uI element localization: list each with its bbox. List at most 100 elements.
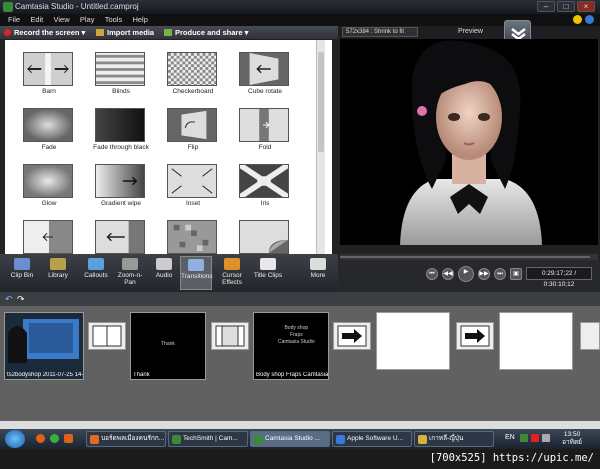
- title-clips-tab[interactable]: Title Clips: [252, 256, 284, 290]
- transition-label: Glow: [41, 200, 57, 207]
- timeline-transition[interactable]: [88, 322, 126, 350]
- transition-tile[interactable]: Inset: [153, 156, 233, 208]
- start-button[interactable]: [5, 430, 25, 448]
- clip-caption: ts2bodyshop 2011-07-25 14-: [7, 372, 84, 378]
- rewind-icon[interactable]: ◀◀: [442, 268, 454, 280]
- transition-tile[interactable]: Checkerboard: [153, 44, 233, 96]
- transitions-icon: [188, 259, 204, 271]
- close-button[interactable]: ×: [577, 1, 595, 12]
- taskbar-button[interactable]: Camtasia Studio ...: [250, 431, 330, 447]
- timeline-clip[interactable]: Body shop Fraps Camtasia Studio Body sho…: [253, 312, 329, 380]
- tray-icon[interactable]: [520, 434, 528, 442]
- undo-icon[interactable]: ↶: [5, 294, 13, 305]
- transition-tile[interactable]: [225, 212, 305, 254]
- timeline-transition[interactable]: [211, 322, 249, 350]
- clip-inner-text: Thank: [161, 341, 175, 347]
- skip-forward-icon[interactable]: ⏭: [494, 268, 506, 280]
- menu-tools[interactable]: Tools: [105, 14, 123, 26]
- task-app-icon: [90, 435, 99, 444]
- timeline-title-clip[interactable]: [499, 312, 573, 370]
- playback-controls: ⏮ ◀◀ ▶ ▶▶ ⏭ ▣ 0:29:17;22 / 0:30:10;12: [338, 260, 600, 292]
- transition-tile[interactable]: [81, 212, 161, 254]
- produce-share-button[interactable]: Produce and share ▾: [164, 27, 248, 38]
- transition-tile[interactable]: [153, 212, 233, 254]
- scrollbar-thumb[interactable]: [318, 52, 324, 152]
- record-screen-button[interactable]: Record the screen ▾: [4, 27, 85, 38]
- cursor-effects-icon: [224, 258, 240, 270]
- transition-tile[interactable]: Flip: [153, 100, 233, 152]
- callouts-tab[interactable]: Callouts: [80, 256, 112, 290]
- minimize-button[interactable]: –: [537, 1, 555, 12]
- lightbulb-icon[interactable]: [573, 15, 582, 24]
- transition-tile[interactable]: Iris: [225, 156, 305, 208]
- cursor-effects-tab[interactable]: Cursor Effects: [216, 256, 248, 290]
- clip-tab-label: Audio: [155, 272, 173, 279]
- menu-play[interactable]: Play: [80, 14, 95, 26]
- transitions-tab[interactable]: Transitions: [180, 256, 213, 290]
- transition-label: Checkerboard: [172, 88, 214, 95]
- menu-file[interactable]: File: [8, 14, 20, 26]
- clip-tab-label: Callouts: [84, 272, 108, 279]
- menu-view[interactable]: View: [54, 14, 70, 26]
- timeline-transition[interactable]: [456, 322, 494, 350]
- timeline-scrollbar[interactable]: [0, 421, 600, 429]
- clip-tabs-bar: Clip Bin Library Callouts Zoom-n-Pan Audio Tr…: [0, 254, 338, 292]
- timeline-transition[interactable]: [580, 322, 600, 350]
- transitions-scrollbar[interactable]: [316, 40, 325, 254]
- play-icon[interactable]: ▶: [458, 266, 474, 282]
- volume-icon[interactable]: [542, 434, 550, 442]
- transition-tile[interactable]: Blinds: [81, 44, 161, 96]
- preview-header: 572x384 : Shrink to fit Preview: [338, 26, 600, 39]
- clock-day: อาทิตย์: [562, 439, 582, 446]
- transition-tile[interactable]: Fade: [9, 100, 89, 152]
- taskbar-button[interactable]: Apple Software U...: [332, 431, 412, 447]
- resolution-dropdown[interactable]: 572x384 : Shrink to fit: [342, 27, 418, 37]
- taskbar-button[interactable]: บอร์ดพลเมืองคนรักก...: [86, 431, 166, 447]
- library-tab[interactable]: Library: [42, 256, 74, 290]
- transition-tile[interactable]: Barn: [9, 44, 89, 96]
- transition-tile[interactable]: Gradient wipe: [81, 156, 161, 208]
- timeline-title-clip[interactable]: [376, 312, 450, 370]
- taskbar-button[interactable]: เกาหลี-ญี่ปุ่น: [414, 431, 494, 447]
- chrome-icon[interactable]: [50, 434, 59, 443]
- blinds-icon: [95, 52, 145, 86]
- timeline-clip[interactable]: Thank Thank: [130, 312, 206, 380]
- fullscreen-icon[interactable]: ▣: [510, 268, 522, 280]
- more-tab[interactable]: More: [302, 256, 334, 290]
- skip-back-icon[interactable]: ⏮: [426, 268, 438, 280]
- timeline-toolbar: ↶ ↷: [0, 292, 600, 306]
- info-icon[interactable]: [585, 15, 594, 24]
- import-media-button[interactable]: Import media: [96, 27, 154, 38]
- menu-help[interactable]: Help: [132, 14, 147, 26]
- watermark-text: [700x525] https://upic.me/: [429, 452, 594, 464]
- transition-tile[interactable]: Cube rotate: [225, 44, 305, 96]
- transition-tile[interactable]: Glow: [9, 156, 89, 208]
- transition-tile[interactable]: [9, 212, 89, 254]
- fast-forward-icon[interactable]: ▶▶: [478, 268, 490, 280]
- audio-tab[interactable]: Audio: [148, 256, 180, 290]
- taskbar-button[interactable]: TechSmith | Cam...: [168, 431, 248, 447]
- clip-caption: Thank: [133, 372, 150, 378]
- clock[interactable]: 13:50 อาทิตย์: [562, 431, 582, 447]
- tray-icon[interactable]: [531, 434, 539, 442]
- firefox-icon[interactable]: [36, 434, 45, 443]
- quick-launch-icon[interactable]: [64, 434, 73, 443]
- gradient-wipe-icon: [95, 164, 145, 198]
- inset-icon: [167, 164, 217, 198]
- task-label: Camtasia Studio ...: [265, 435, 320, 442]
- clip-bin-tab[interactable]: Clip Bin: [6, 256, 38, 290]
- menu-edit[interactable]: Edit: [30, 14, 43, 26]
- clip-inner-lines: Body shop Fraps Camtasia Studio: [278, 325, 315, 346]
- timeline-track[interactable]: ts2bodyshop 2011-07-25 14- Thank Thank B…: [0, 306, 600, 421]
- transition-label: Fade: [41, 144, 57, 151]
- timeline-clip[interactable]: ts2bodyshop 2011-07-25 14-: [4, 312, 84, 380]
- transition-tile[interactable]: Fold: [225, 100, 305, 152]
- transition-label: Cube rotate: [248, 88, 282, 95]
- produce-label: Produce and share ▾: [175, 28, 249, 37]
- language-indicator[interactable]: EN: [505, 434, 515, 441]
- transition-tile[interactable]: Fade through black: [81, 100, 161, 152]
- timeline-transition[interactable]: [333, 322, 371, 350]
- redo-icon[interactable]: ↷: [17, 294, 25, 305]
- maximize-button[interactable]: □: [557, 1, 575, 12]
- zoom-n-pan-tab[interactable]: Zoom-n-Pan: [114, 256, 146, 290]
